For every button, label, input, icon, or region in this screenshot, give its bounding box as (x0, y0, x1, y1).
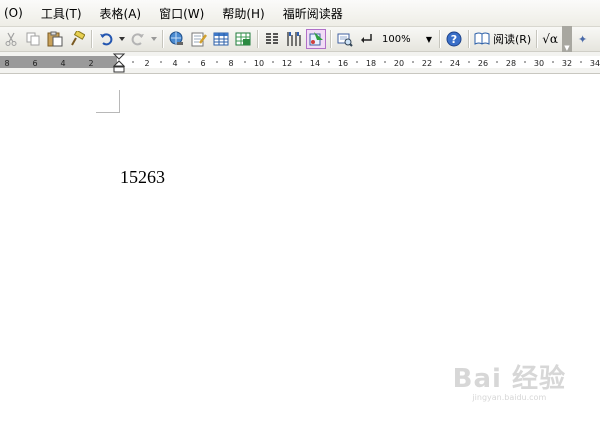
insert-table-icon[interactable] (211, 29, 231, 49)
ruler-tick-label: 18 (366, 59, 376, 68)
document-map-icon[interactable] (306, 29, 326, 49)
toolbar-overflow-icon[interactable]: ▼ (561, 26, 572, 52)
hyperlink-icon[interactable] (167, 29, 187, 49)
undo-icon[interactable] (96, 29, 116, 49)
ruler-tick-label: 34 (590, 59, 600, 68)
document-body-text[interactable]: 15263 (120, 167, 165, 188)
equation-button[interactable]: √α (542, 32, 558, 46)
format-painter-icon[interactable] (67, 29, 87, 49)
ruler-scale: 8 6 4 2 2 4 6 8 10 12 14 16 18 20 22 24 26 28 30 32 34 (0, 53, 600, 73)
ruler-tick-label: 8 (228, 59, 233, 68)
ruler-tick-label: 16 (338, 59, 348, 68)
ruler-tick-label: 4 (60, 59, 65, 68)
toolbar-separator (468, 30, 469, 48)
toolbar-overflow-hint-icon: ✦ (577, 32, 588, 46)
zoom-value: 100% (382, 33, 411, 45)
ruler-tick-label: 10 (254, 59, 264, 68)
ruler-tick-label: 14 (310, 59, 320, 68)
toolbar-separator (257, 30, 258, 48)
toolbar-separator (91, 30, 92, 48)
toolbar-separator (439, 30, 440, 48)
ruler-tick-label: 6 (200, 59, 205, 68)
help-icon[interactable]: ? (444, 29, 464, 49)
ruler-left-margin (0, 56, 117, 68)
horizontal-ruler[interactable]: 8 6 4 2 2 4 6 8 10 12 14 16 18 20 22 24 26 28 30 32 34 (0, 52, 600, 74)
zoom-combo[interactable]: 100% ▼ (380, 30, 434, 48)
ruler-tick-label: 24 (450, 59, 460, 68)
insert-spreadsheet-icon[interactable] (233, 29, 253, 49)
zoom-dropdown-icon[interactable]: ▼ (426, 35, 432, 44)
menu-item-format[interactable]: (O) (4, 6, 23, 20)
ruler-tick-label: 8 (4, 59, 9, 68)
menu-item-table[interactable]: 表格(A) (100, 5, 142, 22)
menu-item-tools[interactable]: 工具(T) (41, 5, 82, 22)
copy-icon[interactable] (23, 29, 43, 49)
svg-text:?: ? (451, 33, 457, 46)
undo-dropdown-icon[interactable] (118, 29, 126, 49)
menu-item-help[interactable]: 帮助(H) (222, 5, 264, 22)
ruler-tick-label: 22 (422, 59, 432, 68)
toolbar-separator (536, 30, 538, 48)
menu-bar: (O) 工具(T) 表格(A) 窗口(W) 帮助(H) 福昕阅读器 (0, 0, 600, 26)
ruler-tick-label: 26 (478, 59, 488, 68)
watermark-logo: Bai 经验 (452, 364, 566, 394)
print-preview-icon[interactable] (335, 29, 355, 49)
edit-document-icon[interactable] (189, 29, 209, 49)
menu-item-foxit-reader[interactable]: 福昕阅读器 (283, 5, 343, 22)
paste-icon[interactable] (45, 29, 65, 49)
redo-icon[interactable] (128, 29, 148, 49)
ruler-tick-label: 2 (144, 59, 149, 68)
open-book-icon (474, 32, 490, 45)
ruler-tick-label: 28 (506, 59, 516, 68)
drawing-icon[interactable] (284, 29, 304, 49)
redo-dropdown-icon[interactable] (150, 29, 158, 49)
reading-mode-label: 阅读(R) (493, 33, 532, 46)
ruler-tick-label: 4 (172, 59, 177, 68)
show-formatting-icon[interactable] (357, 29, 377, 49)
reading-mode-button[interactable]: 阅读(R) (474, 31, 531, 47)
ruler-tick-label: 12 (282, 59, 292, 68)
ruler-tick-label: 32 (562, 59, 572, 68)
page-margin-corner-mark (96, 90, 120, 113)
ruler-tick-label: 30 (534, 59, 544, 68)
columns-icon[interactable] (262, 29, 282, 49)
menu-item-window[interactable]: 窗口(W) (159, 5, 204, 22)
ruler-tick-label: 20 (394, 59, 404, 68)
baidu-jingyan-watermark: Bai 经验 jingyan.baidu.com (453, 358, 566, 402)
toolbar-separator (162, 30, 163, 48)
ruler-tick-label: 6 (32, 59, 37, 68)
ruler-tick-label: 2 (88, 59, 93, 68)
toolbar-separator (330, 30, 331, 48)
standard-toolbar: 100% ▼ ? 阅读(R) √α ▼ ✦ (0, 26, 600, 52)
cut-icon[interactable] (1, 29, 21, 49)
